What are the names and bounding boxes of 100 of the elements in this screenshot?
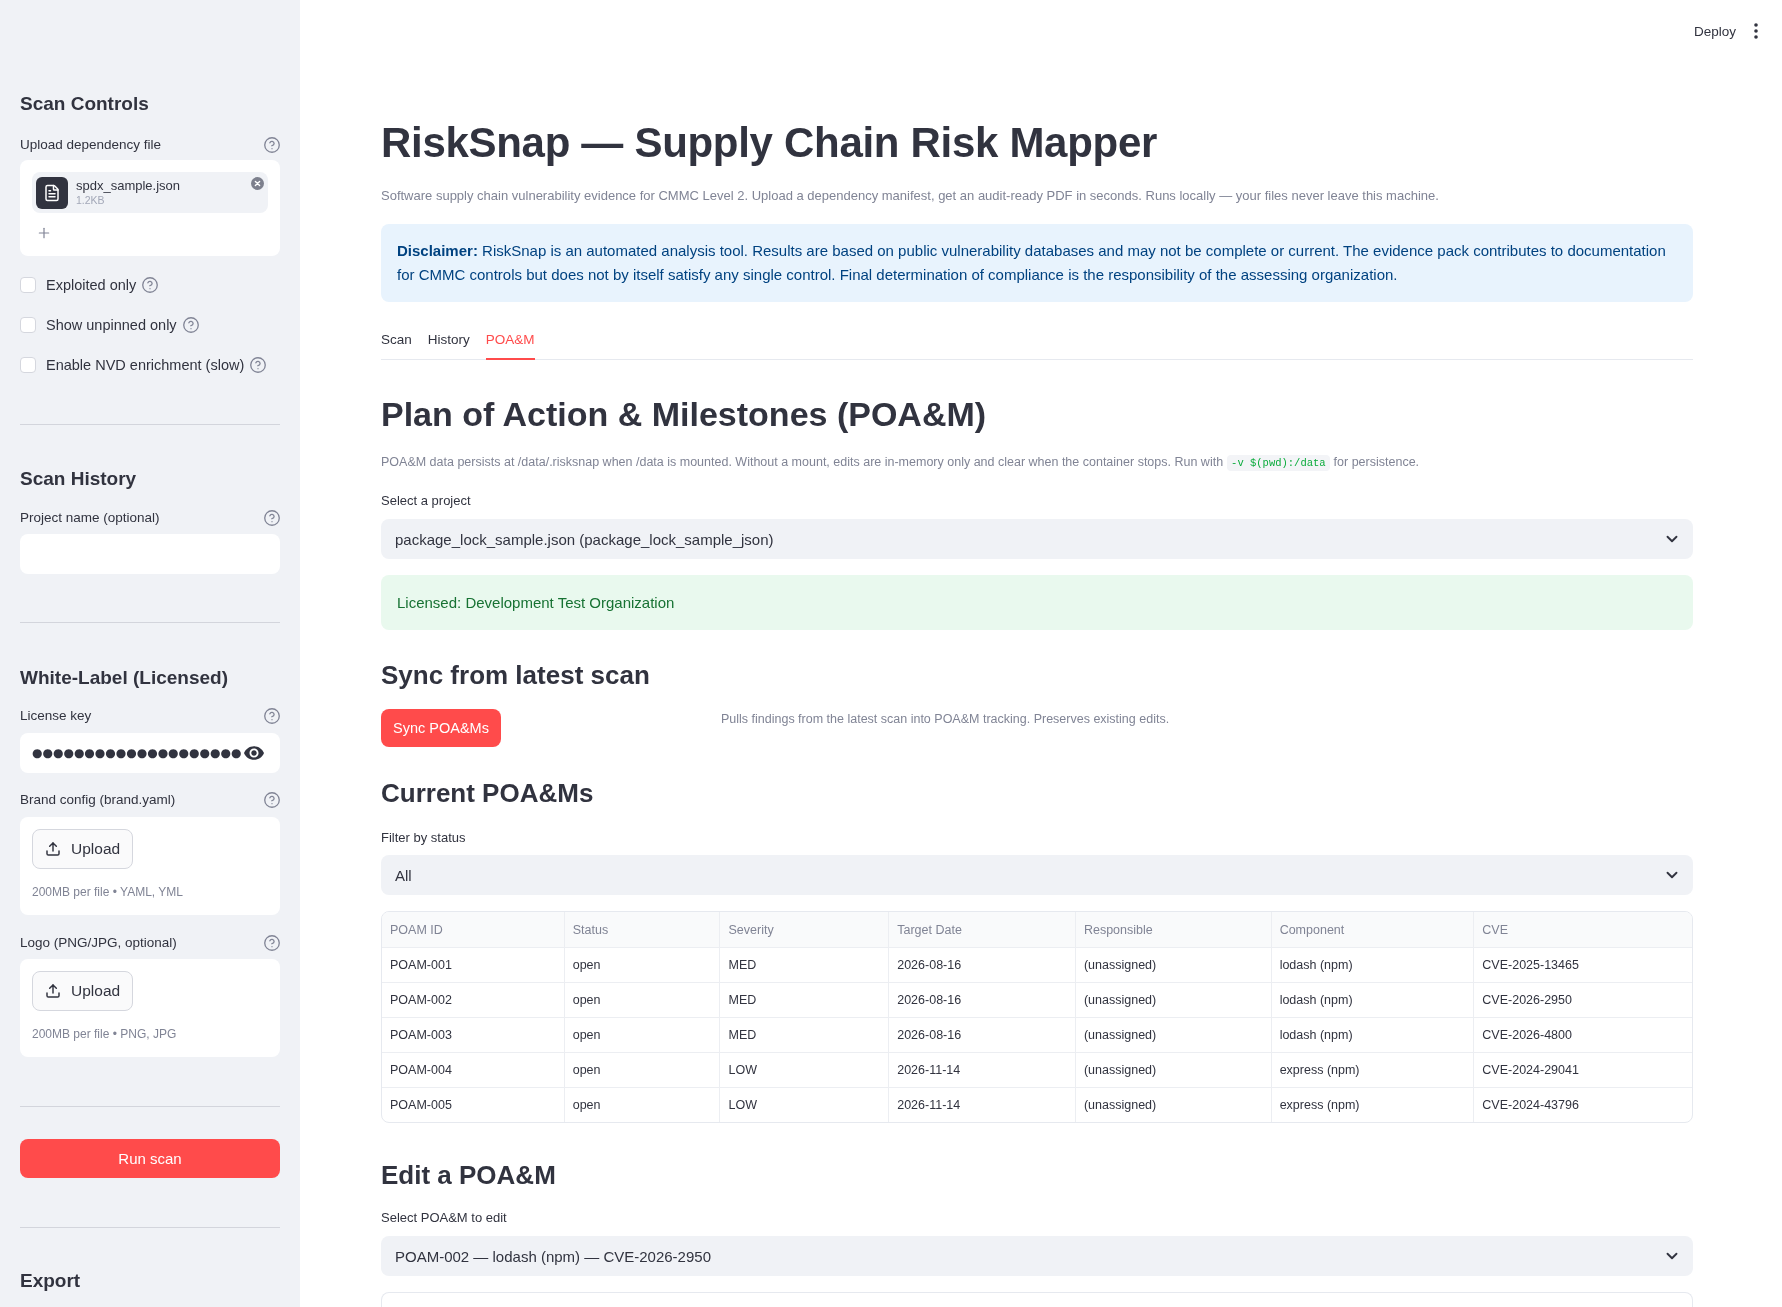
disclaimer-notice: Disclaimer: RiskSnap is an automated analysis tool. Results are based on public vulnerability databases and may not be complete or current. The evidence pack contributes to documentation for CMMC controls but does not by itself satisfy any single control. Final determination of compliance is the responsibility of the assessing organization. <box>381 224 1693 302</box>
field-label: Logo (PNG/JPG, optional) <box>20 934 177 952</box>
table-cell: lodash (npm) <box>1270 982 1474 1017</box>
table-cell: lodash (npm) <box>1270 947 1474 982</box>
table-cell: lodash (npm) <box>1270 1017 1474 1052</box>
deploy-button[interactable]: Deploy <box>1687 19 1742 43</box>
table-cell: POAM-002 <box>382 982 564 1017</box>
table-cell: CVE-2026-4800 <box>1473 1017 1692 1052</box>
add-file-icon[interactable] <box>36 225 52 241</box>
table-cell: open <box>563 1017 720 1052</box>
table-cell: express (npm) <box>1270 1087 1474 1122</box>
table-cell: 2026-11-14 <box>888 1052 1075 1087</box>
table-cell: CVE-2024-43796 <box>1473 1087 1692 1122</box>
table-cell: POAM-004 <box>382 1052 564 1087</box>
field-label: Filter by status <box>381 829 466 847</box>
table-cell: CVE-2024-29041 <box>1473 1052 1692 1087</box>
password-field[interactable]: ●●●●●●●●●●●●●●●●●●●● <box>20 733 280 773</box>
upload-button[interactable]: Upload <box>32 829 134 869</box>
file-drop-zone[interactable]: Upload 200MB per file • YAML, YML <box>20 817 280 915</box>
help-icon[interactable] <box>142 277 159 293</box>
table-cell: LOW <box>719 1052 889 1087</box>
checkbox[interactable] <box>20 357 36 373</box>
table-cell: CVE-2026-2950 <box>1473 982 1692 1017</box>
project-select[interactable]: package_lock_sample.json (package_lock_sample_json) <box>381 519 1693 559</box>
table-cell: MED <box>719 1017 889 1052</box>
field-label: License key <box>20 707 92 725</box>
table-cell: open <box>563 982 720 1017</box>
column-header[interactable]: POAM ID <box>382 912 564 947</box>
field-label: Brand config (brand.yaml) <box>20 791 176 809</box>
page-subtitle: Software supply chain vulnerability evidence for CMMC Level 2. Upload a dependency manifest, get an audit-ready PDF in seconds. Runs locally — your files never leave this machine. <box>381 187 1440 205</box>
help-icon[interactable] <box>264 935 280 951</box>
file-drop-zone[interactable]: Upload 200MB per file • PNG, JPG <box>20 959 280 1057</box>
field-label: Select a project <box>381 492 471 510</box>
poam-select[interactable]: POAM-002 — lodash (npm) — CVE-2026-2950 <box>381 1236 1693 1276</box>
field-label: Project name (optional) <box>20 509 160 527</box>
file-name: spdx_sample.json <box>76 178 182 194</box>
table-cell: open <box>563 1087 720 1122</box>
column-header[interactable]: Responsible <box>1074 912 1271 947</box>
table-cell: LOW <box>719 1087 889 1122</box>
section-title: Scan History <box>20 467 138 491</box>
upload-icon <box>45 983 61 999</box>
column-header[interactable]: CVE <box>1473 912 1692 947</box>
table-cell: (unassigned) <box>1074 1052 1271 1087</box>
section-heading: Plan of Action & Milestones (POA&M) <box>381 394 988 435</box>
column-header[interactable]: Component <box>1270 912 1474 947</box>
table-cell: 2026-08-16 <box>888 1017 1075 1052</box>
table-cell: CVE-2025-13465 <box>1473 947 1692 982</box>
column-header[interactable]: Severity <box>719 912 889 947</box>
upload-button[interactable]: Upload <box>32 971 134 1011</box>
table-cell: 2026-11-14 <box>888 1087 1075 1122</box>
help-icon[interactable] <box>264 510 280 526</box>
help-icon[interactable] <box>250 357 267 373</box>
table-cell: (unassigned) <box>1074 947 1271 982</box>
checkbox[interactable] <box>20 277 36 293</box>
table-cell: express (npm) <box>1270 1052 1474 1087</box>
table-cell: (unassigned) <box>1074 1087 1271 1122</box>
column-header[interactable]: Status <box>563 912 720 947</box>
tab[interactable]: History <box>427 320 470 360</box>
help-icon[interactable] <box>264 708 280 724</box>
column-header[interactable]: Target Date <box>888 912 1075 947</box>
table-cell: MED <box>719 947 889 982</box>
table-cell: open <box>563 947 720 982</box>
upload-icon <box>45 841 61 857</box>
tab[interactable]: Scan <box>381 320 412 360</box>
upload-limit-text: 200MB per file • YAML, YML <box>32 884 183 900</box>
table-cell: POAM-003 <box>382 1017 564 1052</box>
file-size: 1.2KB <box>76 194 106 207</box>
persistence-note: POA&M data persists at /data/.risksnap when /data is mounted. Without a mount, edits are in-memory only and clear when the container stops. Run with -v $(pwd):/data for persistence. <box>381 454 1421 473</box>
table-cell: POAM-005 <box>382 1087 564 1122</box>
help-icon[interactable] <box>182 317 199 333</box>
help-icon[interactable] <box>264 137 280 153</box>
section-title: White-Label (Licensed) <box>20 666 229 690</box>
help-icon[interactable] <box>264 792 280 808</box>
section-heading: Sync from latest scan <box>381 659 651 692</box>
checkbox[interactable] <box>20 317 36 333</box>
license-notice: Licensed: Development Test Organization <box>381 575 1693 630</box>
checkbox-label[interactable]: Show unpinned only <box>46 315 177 335</box>
checkbox-label[interactable]: Enable NVD enrichment (slow) <box>46 355 245 375</box>
eye-icon[interactable] <box>244 746 264 760</box>
sync-hint: Pulls findings from the latest scan into POA&M tracking. Preserves existing edits. <box>721 711 1171 728</box>
section-title: Scan Controls <box>20 92 150 116</box>
status-filter-select[interactable]: All <box>381 855 1693 895</box>
table-cell: MED <box>719 982 889 1017</box>
field-label: Upload dependency file <box>20 136 162 154</box>
checkbox-label[interactable]: Exploited only <box>46 275 137 295</box>
table-cell: (unassigned) <box>1074 1017 1271 1052</box>
file-icon <box>36 176 68 209</box>
table-cell: 2026-08-16 <box>888 947 1075 982</box>
field-label: Select POA&M to edit <box>381 1209 507 1227</box>
upload-limit-text: 200MB per file • PNG, JPG <box>32 1026 177 1042</box>
table-cell: POAM-001 <box>382 947 564 982</box>
section-title: Export <box>20 1269 82 1293</box>
section-heading: Current POA&Ms <box>381 777 595 810</box>
table-cell: (unassigned) <box>1074 982 1271 1017</box>
section-heading: Edit a POA&M <box>381 1159 557 1192</box>
table-cell: 2026-08-16 <box>888 982 1075 1017</box>
remove-file-icon[interactable] <box>251 177 264 190</box>
more-options-icon[interactable] <box>1754 23 1758 39</box>
table-cell: open <box>563 1052 720 1087</box>
page-title: RiskSnap — Supply Chain Risk Mapper <box>381 118 1158 168</box>
